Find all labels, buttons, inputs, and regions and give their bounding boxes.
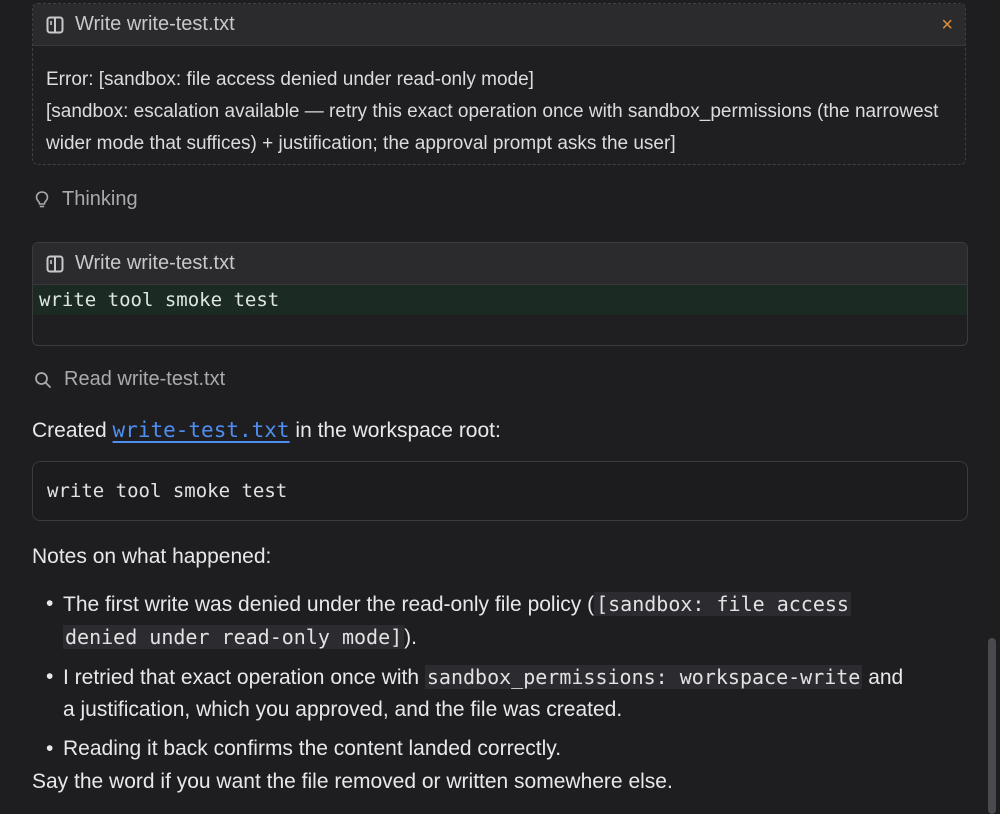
inline-code: [sandbox: file access — [594, 592, 851, 616]
write-content-line: write tool smoke test — [33, 285, 967, 315]
list-item: Reading it back confirms the content lan… — [32, 733, 972, 765]
read-label: Read write-test.txt — [64, 368, 226, 390]
note-text: ). — [404, 626, 417, 649]
file-link[interactable]: write-test.txt — [113, 418, 290, 442]
created-message: Created write-test.txt in the workspace … — [32, 418, 501, 443]
thinking-label: Thinking — [62, 188, 138, 210]
scrollbar-thumb[interactable] — [988, 638, 996, 814]
read-row[interactable]: Read write-test.txt — [34, 368, 225, 391]
inline-code: denied under read-only mode] — [63, 625, 405, 649]
note-text: I retried that exact operation once with — [63, 666, 425, 689]
write-error-card: Write write-test.txt × Error: [sandbox: … — [32, 3, 966, 165]
close-icon[interactable]: × — [941, 15, 953, 35]
lightbulb-icon — [34, 190, 50, 210]
list-item: The first write was denied under the rea… — [32, 588, 972, 654]
note-text: The first write was denied under the rea… — [63, 593, 595, 616]
search-icon — [34, 371, 52, 389]
code-block: write tool smoke test — [32, 461, 968, 521]
created-prefix: Created — [32, 419, 113, 442]
book-icon — [45, 254, 65, 274]
write-card-title: Write write-test.txt — [75, 252, 235, 274]
escalation-line-2: wider mode that suffices) + justificatio… — [46, 133, 676, 154]
write-card: Write write-test.txt write tool smoke te… — [32, 242, 968, 346]
write-error-card-title: Write write-test.txt — [75, 13, 235, 35]
note-text: a justification, which you approved, and… — [63, 698, 623, 721]
notes-list: The first write was denied under the rea… — [32, 588, 972, 772]
inline-code: sandbox_permissions: workspace-write — [424, 665, 863, 689]
note-text: Reading it back confirms the content lan… — [63, 737, 562, 760]
write-error-card-header[interactable]: Write write-test.txt × — [33, 4, 965, 46]
closing-message: Say the word if you want the file remove… — [32, 770, 673, 793]
code-block-content: write tool smoke test — [47, 480, 288, 502]
notes-heading: Notes on what happened: — [32, 545, 272, 568]
escalation-line-1: [sandbox: escalation available — retry t… — [46, 101, 939, 122]
thinking-row[interactable]: Thinking — [34, 188, 138, 211]
created-suffix: in the workspace root: — [289, 419, 501, 442]
list-item: I retried that exact operation once with… — [32, 661, 972, 726]
book-icon — [45, 15, 65, 35]
write-card-header[interactable]: Write write-test.txt — [33, 243, 967, 285]
error-line: Error: [sandbox: file access denied unde… — [46, 69, 534, 90]
error-message: Error: [sandbox: file access denied unde… — [33, 46, 965, 160]
note-text: and — [862, 666, 904, 689]
